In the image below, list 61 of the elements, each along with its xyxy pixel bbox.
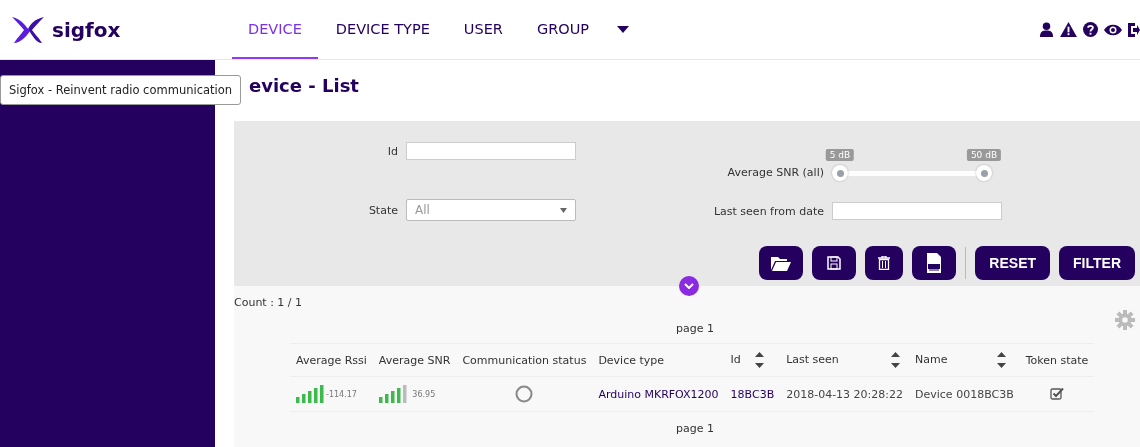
user-icon[interactable]: [1039, 22, 1054, 37]
collapse-button[interactable]: [679, 276, 699, 296]
caret-icon: [560, 207, 567, 213]
nav-tab[interactable]: DEVICE: [232, 0, 318, 59]
reset-button[interactable]: RESET: [975, 246, 1051, 280]
help-icon[interactable]: [1083, 22, 1098, 37]
page-title: evice - List: [248, 74, 360, 98]
filter-button[interactable]: FILTER: [1059, 246, 1135, 280]
field-label: Average SNR (all): [726, 164, 824, 179]
column-header: Id: [730, 353, 741, 366]
field-label: State: [367, 203, 398, 217]
folder-icon: [771, 255, 792, 271]
sort-icon[interactable]: [754, 352, 764, 368]
status-circle-icon: [515, 385, 534, 403]
open-button[interactable]: [759, 246, 804, 280]
column-header: Name: [915, 353, 948, 366]
tooltip: Sigfox - Reinvent radio communication: [0, 75, 242, 105]
table-cell: 2018-04-13 20:28:22: [786, 387, 903, 401]
chevron-icon: [684, 283, 694, 289]
date-field[interactable]: [832, 202, 1002, 220]
id-field[interactable]: [406, 142, 576, 160]
checkbox[interactable]: [1050, 387, 1065, 401]
column-header: Token state: [1025, 353, 1089, 367]
table-cell: 36.95: [412, 390, 436, 399]
slider-thumb[interactable]: [832, 165, 848, 181]
caret-icon[interactable]: [617, 25, 629, 34]
signal-bars-icon: [378, 385, 409, 403]
save-button[interactable]: [812, 246, 857, 280]
table-cell: -114.17: [326, 390, 357, 399]
sort-icon[interactable]: [890, 352, 900, 368]
nav-tab[interactable]: DEVICE TYPE: [319, 0, 446, 59]
nav-tab[interactable]: USER: [447, 0, 519, 59]
export-button[interactable]: [912, 246, 957, 280]
slider-tooltip: 50 dB: [966, 149, 1002, 161]
signal-bars-icon: [296, 385, 326, 403]
floppy-icon: [827, 256, 842, 270]
slider-tooltip: 5 dB: [825, 149, 855, 161]
logo-icon: [10, 14, 46, 45]
column-header: Device type: [598, 353, 665, 367]
warning-icon[interactable]: [1060, 22, 1077, 37]
device-type-link[interactable]: Arduino MKRFOX1200: [598, 387, 719, 401]
column-header: Average SNR: [378, 353, 451, 367]
nav-tab[interactable]: GROUP: [520, 0, 605, 59]
field-label: Last seen from date: [712, 204, 824, 218]
sort-icon[interactable]: [997, 352, 1007, 368]
delete-button[interactable]: [865, 246, 904, 280]
table-cell: Device 0018BC3B: [915, 387, 1014, 401]
count-text: Count : 1 / 1: [234, 295, 304, 311]
logout-icon[interactable]: [1128, 22, 1140, 37]
page-link[interactable]: page 1: [676, 422, 714, 435]
trash-icon: [878, 256, 891, 270]
column-header: Last seen: [786, 353, 839, 366]
slider-thumb[interactable]: [976, 165, 992, 181]
column-header: Average Rssi: [296, 353, 367, 367]
device-id-link[interactable]: 18BC3B: [730, 387, 775, 401]
field-label: Id: [386, 144, 398, 158]
column-header: Communication status: [462, 353, 587, 367]
page-link[interactable]: page 1: [676, 322, 714, 335]
eye-icon[interactable]: [1104, 23, 1122, 36]
file-icon: [926, 253, 943, 273]
brand-name: sigfox: [52, 17, 121, 42]
